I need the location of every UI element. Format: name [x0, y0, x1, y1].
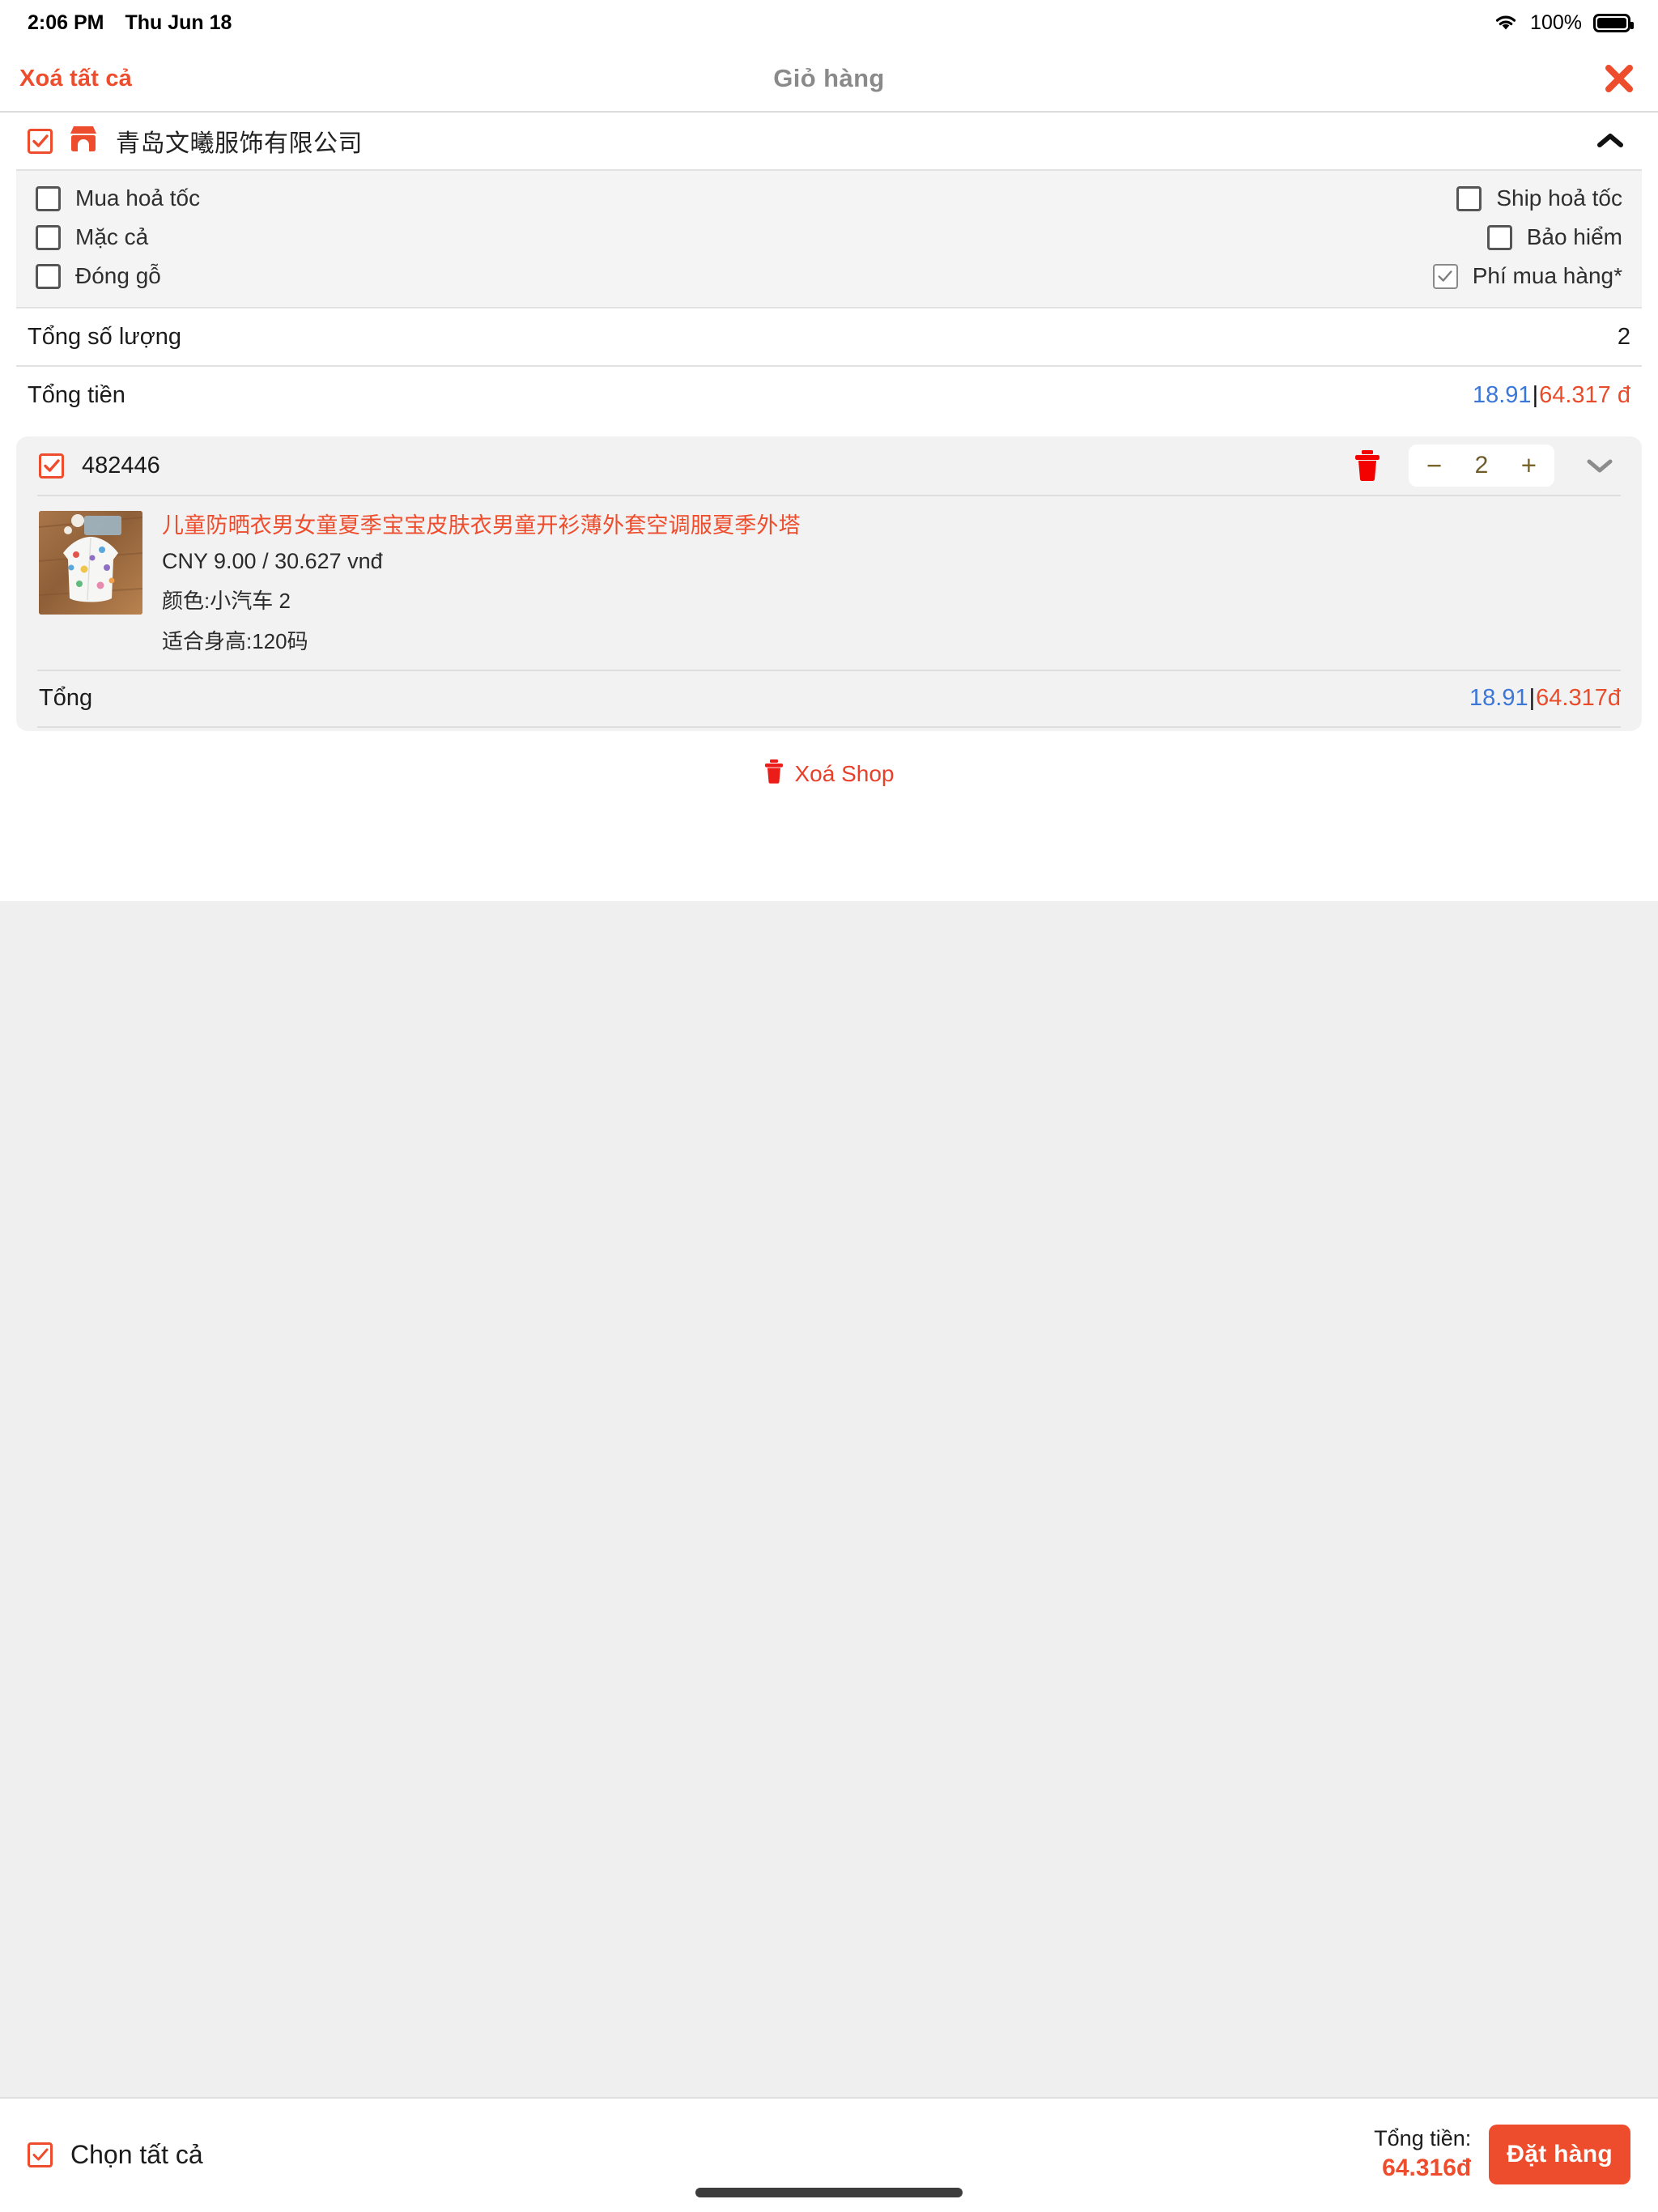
product-header: 482446 − 2 + — [16, 436, 1642, 495]
total-quantity-label: Tổng số lượng — [28, 323, 181, 350]
close-icon — [1605, 65, 1633, 92]
amount-cny: 18.91 — [1469, 685, 1528, 712]
close-button[interactable] — [1596, 56, 1642, 101]
bottom-bar-divider — [0, 2097, 1658, 2099]
status-date: Thu Jun 18 — [125, 11, 232, 34]
divider — [37, 725, 1621, 728]
trash-icon — [1355, 450, 1380, 482]
wifi-icon — [1493, 13, 1519, 32]
option-mua-hoa-toc[interactable]: Mua hoả tốc — [36, 185, 200, 211]
chevron-up-icon — [1597, 134, 1623, 147]
product-attribute-color: 颜色:小汽车 2 — [162, 588, 291, 613]
quantity-stepper[interactable]: − 2 + — [1409, 445, 1554, 487]
shop-checkbox[interactable] — [28, 128, 53, 154]
product-total-row: Tổng 18.91|64.317đ — [16, 671, 1642, 726]
grand-total-label: Tổng tiền: — [1374, 2126, 1472, 2151]
navigation-bar: Xoá tất cả Giỏ hàng — [0, 45, 1658, 112]
amount-cny: 18.91 — [1472, 381, 1532, 408]
options-row-1: Mua hoả tốc Ship hoả tốc — [36, 179, 1622, 218]
options-row-3: Đóng gỗ Phí mua hàng* — [36, 257, 1622, 296]
option-checkbox[interactable] — [1456, 185, 1482, 211]
check-icon — [1438, 270, 1452, 282]
product-total-value: 18.91|64.317đ — [1469, 685, 1621, 712]
option-label: Bảo hiểm — [1526, 224, 1622, 249]
product-tools: − 2 + — [1350, 445, 1621, 487]
option-checkbox[interactable] — [36, 263, 61, 289]
total-money-value: 18.91|64.317 đ — [1473, 382, 1630, 409]
shop-collapse-button[interactable] — [1590, 132, 1630, 150]
option-label: Ship hoả tốc — [1496, 185, 1622, 211]
place-order-button[interactable]: Đặt hàng — [1489, 2125, 1630, 2184]
product-info: 儿童防晒衣男女童夏季宝宝皮肤衣男童开衫薄外套空调服夏季外塔 CNY 9.00 /… — [162, 511, 801, 655]
option-checkbox-checked[interactable] — [1432, 263, 1458, 289]
total-quantity-row: Tổng số lượng 2 — [0, 308, 1658, 365]
quantity-increase-button[interactable]: + — [1521, 450, 1537, 481]
option-label: Đóng gỗ — [75, 263, 161, 288]
cart-content: 青岛文曦服饰有限公司 Mua hoả tốc Ship hoả tốc Mặc … — [0, 113, 1658, 901]
trash-icon — [764, 759, 784, 790]
status-time: 2:06 PM — [28, 11, 104, 34]
quantity-decrease-button[interactable]: − — [1426, 450, 1442, 481]
app-screen: 2:06 PM Thu Jun 18 100% Xoá tất cả Giỏ h… — [0, 0, 1658, 2212]
status-bar-left: 2:06 PM Thu Jun 18 — [28, 11, 232, 35]
product-body: 儿童防晒衣男女童夏季宝宝皮肤衣男童开衫薄外套空调服夏季外塔 CNY 9.00 /… — [16, 496, 1642, 670]
quantity-value[interactable]: 2 — [1475, 452, 1489, 479]
select-all-control[interactable]: Chọn tất cả — [28, 2140, 203, 2170]
total-money-label: Tổng tiền — [28, 381, 125, 408]
option-mac-ca[interactable]: Mặc cả — [36, 224, 148, 250]
option-checkbox[interactable] — [36, 224, 61, 250]
option-label: Phí mua hàng* — [1472, 263, 1622, 288]
total-money-row: Tổng tiền 18.91|64.317 đ — [0, 367, 1658, 423]
total-quantity-value: 2 — [1617, 323, 1630, 350]
option-bao-hiem[interactable]: Bảo hiểm — [1486, 224, 1622, 250]
product-image-kids-jacket[interactable] — [39, 511, 142, 615]
shop-name: 青岛文曦服饰有限公司 — [116, 130, 363, 157]
amount-separator: | — [1528, 685, 1536, 712]
bottom-bar: Chọn tất cả Tổng tiền: 64.316đ Đặt hàng — [0, 2097, 1658, 2212]
option-label: Mua hoả tốc — [75, 185, 201, 211]
product-checkbox[interactable] — [39, 453, 64, 479]
option-checkbox[interactable] — [36, 185, 61, 211]
grand-total-value: 64.316đ — [1382, 2155, 1472, 2182]
shop-options-panel: Mua hoả tốc Ship hoả tốc Mặc cả Bảo hiểm — [16, 171, 1642, 307]
check-icon — [32, 2148, 48, 2161]
chevron-down-icon — [1587, 459, 1613, 473]
check-icon — [43, 459, 60, 472]
product-price: CNY 9.00 / 30.627 vnđ — [162, 548, 383, 573]
checkout-area: Tổng tiền: 64.316đ Đặt hàng — [1374, 2125, 1630, 2184]
battery-full-icon — [1593, 13, 1634, 32]
product-attribute-size: 适合身高:120码 — [162, 628, 308, 653]
product-card: 482446 − 2 + 儿童防晒衣男女童夏季宝宝皮肤衣男童开衫薄外套空调服夏季… — [16, 436, 1642, 731]
storefront-icon — [67, 125, 100, 158]
page-title: Giỏ hàng — [773, 64, 885, 92]
product-total-label: Tổng — [39, 685, 93, 712]
option-checkbox[interactable] — [1486, 224, 1512, 250]
product-expand-button[interactable] — [1579, 456, 1621, 475]
amount-vnd: 64.317 đ — [1539, 381, 1630, 408]
option-label: Mặc cả — [75, 224, 149, 249]
select-all-label: Chọn tất cả — [70, 2139, 203, 2169]
options-row-2: Mặc cả Bảo hiểm — [36, 218, 1622, 257]
product-delete-button[interactable] — [1350, 447, 1384, 484]
amount-vnd: 64.317đ — [1536, 685, 1621, 712]
delete-shop-button[interactable]: Xoá Shop — [0, 759, 1658, 790]
battery-percent: 100% — [1530, 11, 1582, 34]
status-bar: 2:06 PM Thu Jun 18 100% — [0, 0, 1658, 45]
grand-total: Tổng tiền: 64.316đ — [1374, 2125, 1471, 2183]
product-title[interactable]: 儿童防晒衣男女童夏季宝宝皮肤衣男童开衫薄外套空调服夏季外塔 — [162, 513, 801, 539]
amount-separator: | — [1532, 381, 1539, 408]
delete-shop-label: Xoá Shop — [794, 761, 895, 787]
shop-header-row[interactable]: 青岛文曦服饰有限公司 — [0, 113, 1658, 169]
product-code: 482446 — [82, 452, 160, 479]
option-dong-go[interactable]: Đóng gỗ — [36, 263, 161, 289]
option-ship-hoa-toc[interactable]: Ship hoả tốc — [1456, 185, 1622, 211]
status-bar-right: 100% — [1493, 11, 1634, 35]
select-all-checkbox[interactable] — [28, 2142, 53, 2167]
option-phi-mua-hang[interactable]: Phí mua hàng* — [1432, 263, 1622, 289]
clear-all-button[interactable]: Xoá tất cả — [16, 66, 132, 92]
check-icon — [32, 134, 49, 147]
home-indicator[interactable] — [695, 2188, 963, 2197]
